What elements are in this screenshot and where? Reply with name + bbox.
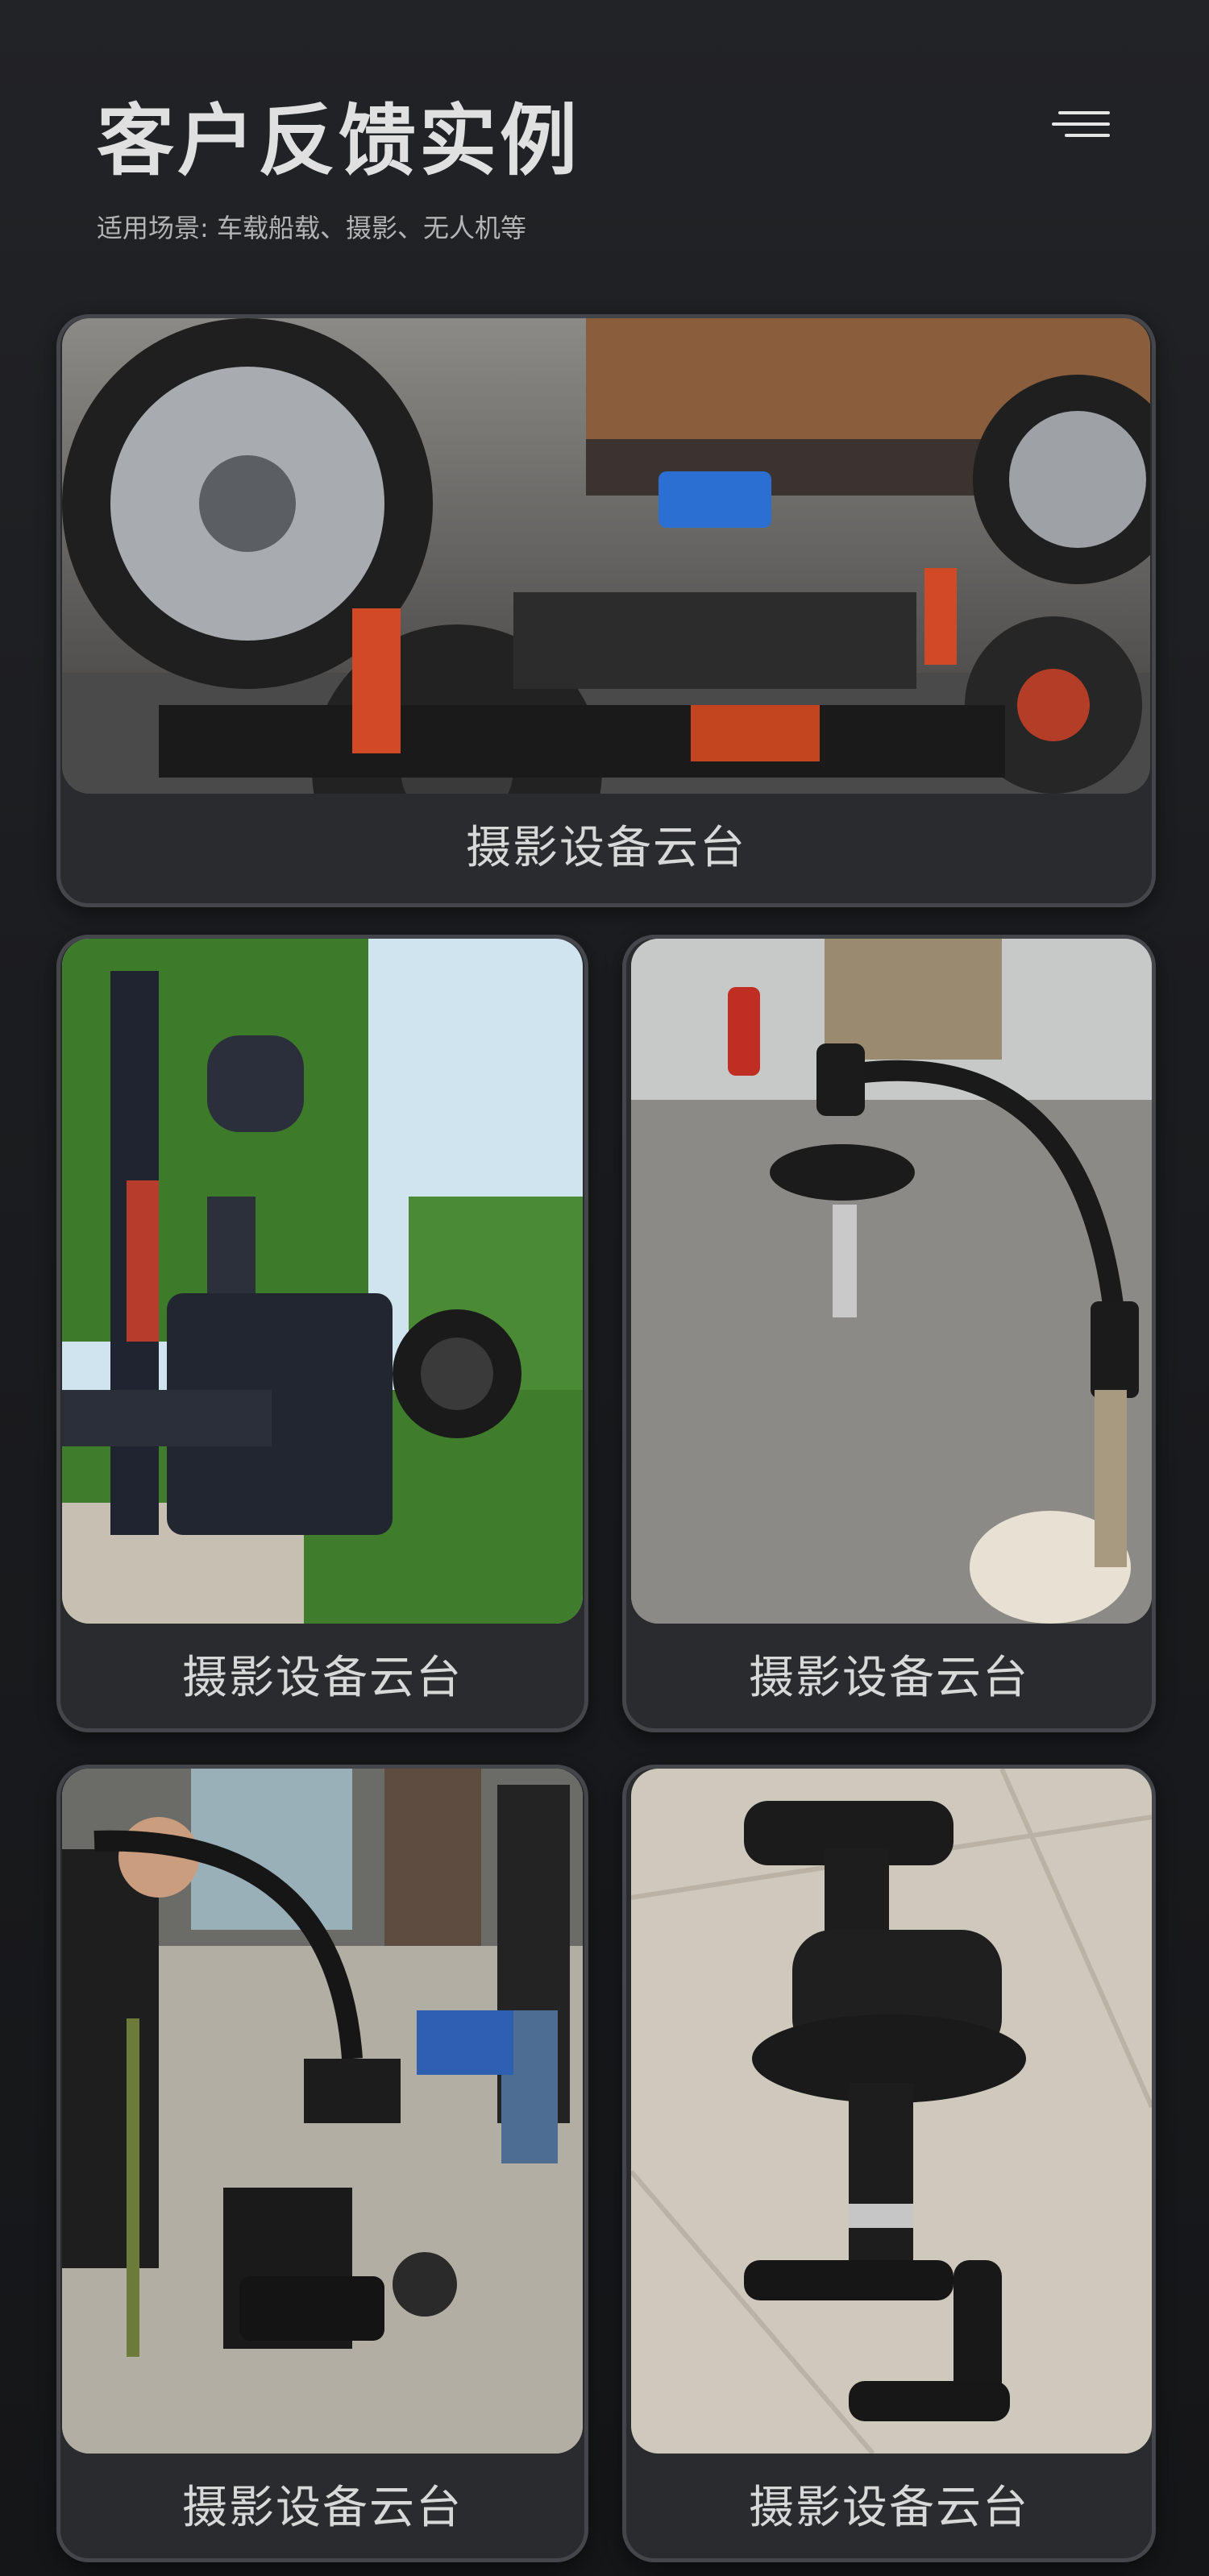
case-caption-2: 摄影设备云台 xyxy=(182,1652,463,1704)
page-subtitle: 适用场景: 车载船载、摄影、无人机等 xyxy=(97,213,526,243)
case-card-1[interactable]: 摄影设备云台 xyxy=(56,314,1156,907)
case-caption-4: 摄影设备云台 xyxy=(182,2482,463,2534)
hamburger-menu-icon[interactable] xyxy=(1052,111,1110,139)
case-caption-3: 摄影设备云台 xyxy=(749,1652,1029,1704)
case-card-4[interactable]: 摄影设备云台 xyxy=(56,1765,588,2562)
page-header: 客户反馈实例 适用场景: 车载船载、摄影、无人机等 xyxy=(97,93,580,244)
case-caption-5: 摄影设备云台 xyxy=(749,2482,1029,2534)
gimbal-mount-photo xyxy=(631,1769,1152,2454)
curved-arm-gimbal-photo xyxy=(631,939,1152,1624)
car-gimbal-photo xyxy=(62,318,1150,794)
case-caption-1: 摄影设备云台 xyxy=(466,822,746,874)
case-card-3[interactable]: 摄影设备云台 xyxy=(622,935,1156,1732)
ronin-gimbal-photo xyxy=(62,939,583,1624)
page-title: 客户反馈实例 xyxy=(97,96,580,186)
case-card-2[interactable]: 摄影设备云台 xyxy=(56,935,588,1732)
case-card-5[interactable]: 摄影设备云台 xyxy=(622,1765,1156,2562)
crew-gimbal-photo xyxy=(62,1769,583,2454)
